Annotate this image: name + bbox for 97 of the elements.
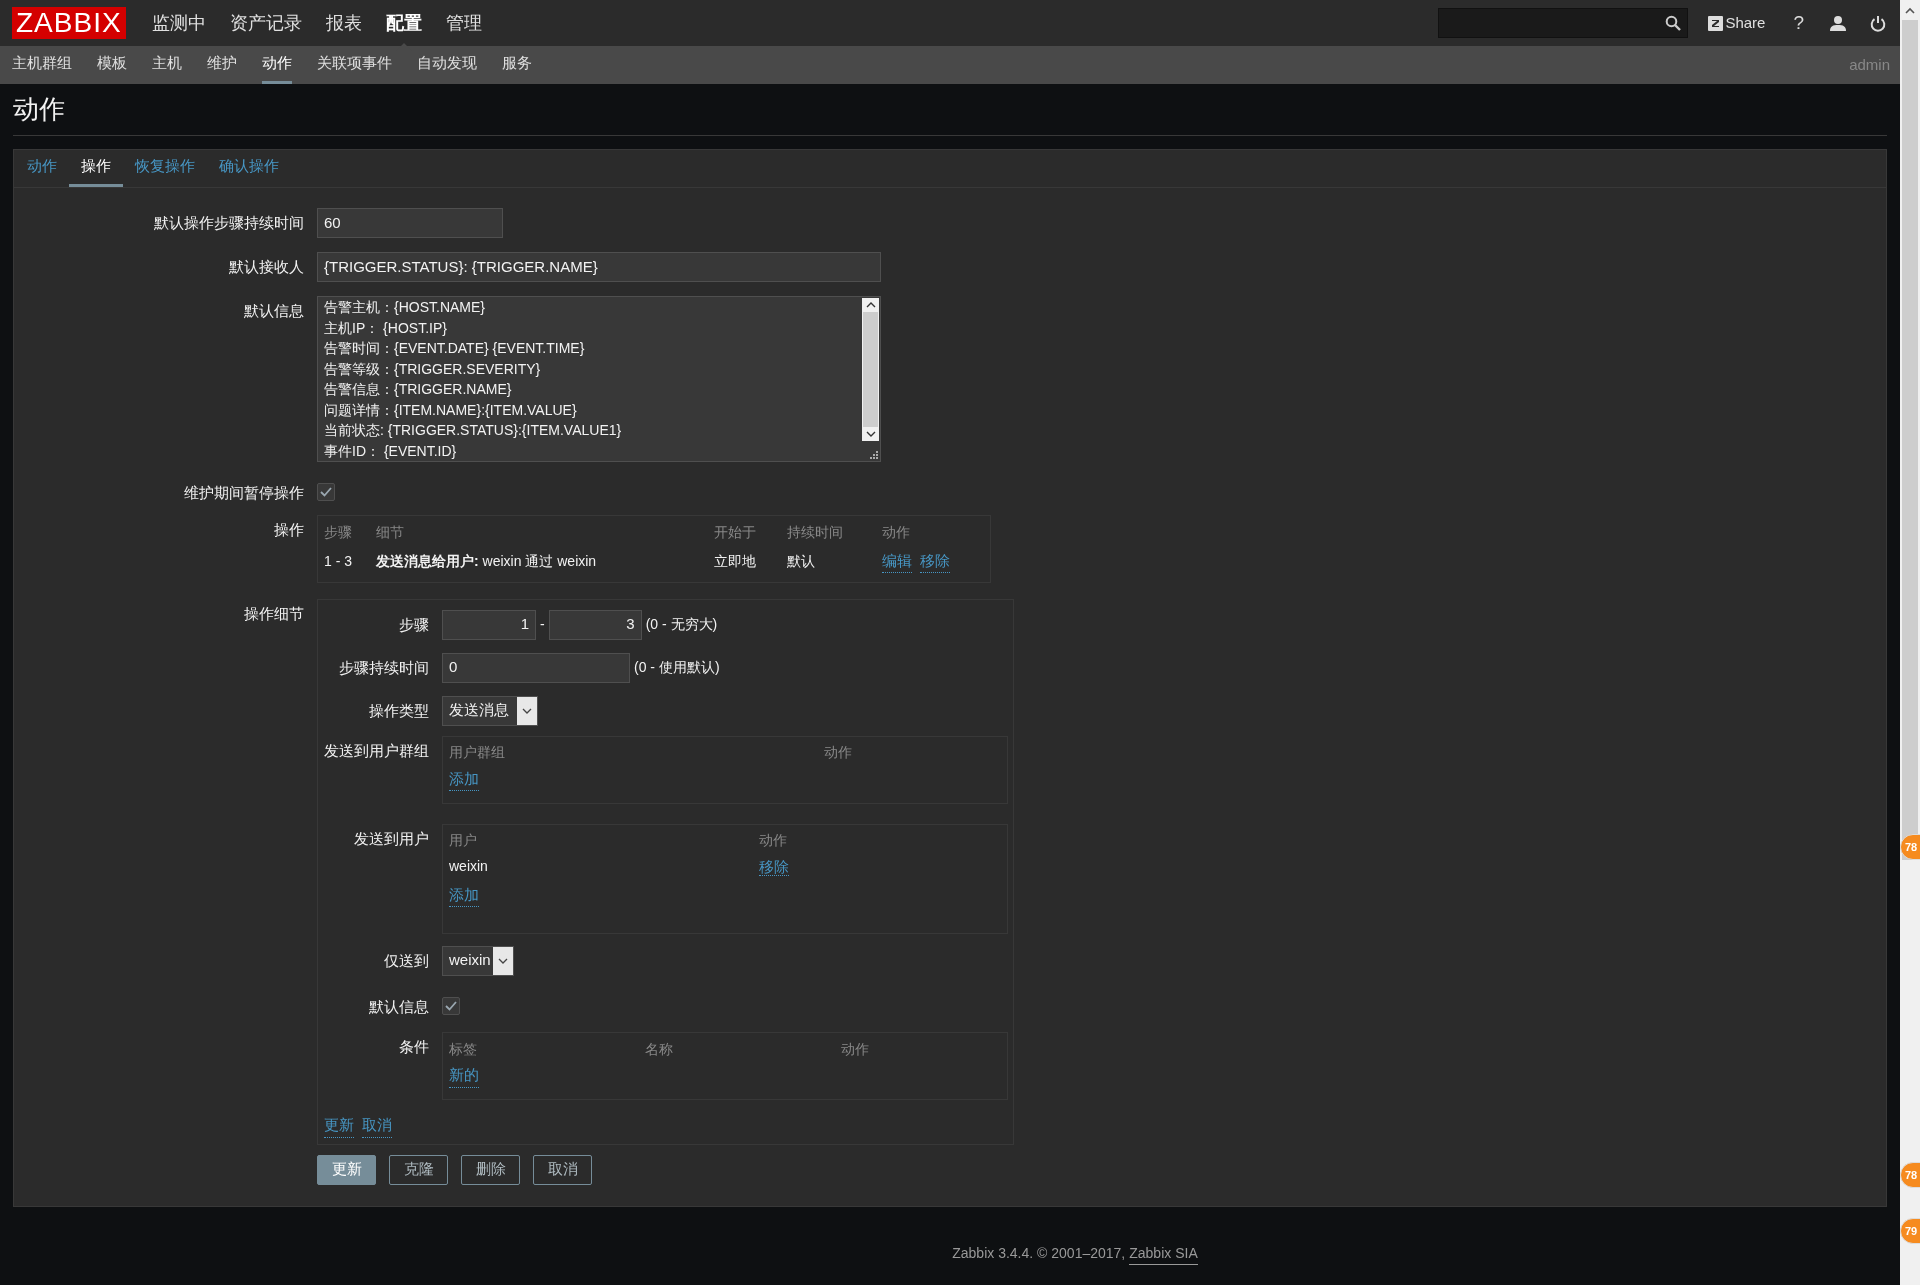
column-header: 动作	[882, 523, 911, 542]
message-line: 当前状态: {TRIGGER.STATUS}:{ITEM.VALUE1}	[324, 421, 623, 440]
column-header: 标签	[449, 1039, 478, 1059]
dropdown[interactable]: 发送消息	[442, 695, 538, 726]
table-cell-text: weixin	[449, 857, 489, 876]
column-header: 步骤	[324, 523, 353, 542]
link[interactable]: 添加	[449, 767, 479, 792]
field-label: 步骤	[398, 614, 429, 635]
field-label: 维护期间暂停操作	[183, 483, 304, 503]
action-button[interactable]: 取消	[533, 1154, 592, 1185]
search-icon[interactable]	[1665, 15, 1682, 31]
table-cell-text: 立即地	[714, 552, 757, 571]
column-header: 持续时间	[787, 523, 844, 542]
field-label: 发送到用户	[353, 828, 429, 849]
share-link[interactable]: Share	[1708, 11, 1766, 35]
input-field[interactable]: 0	[442, 652, 630, 683]
scroll-up-icon[interactable]	[1905, 6, 1915, 14]
link[interactable]: 添加	[449, 883, 479, 908]
field-label: 默认信息	[243, 301, 304, 321]
column-header: 动作	[759, 831, 788, 850]
action-button[interactable]: 克隆	[389, 1154, 448, 1185]
message-textarea[interactable]: 告警主机：{HOST.NAME} 主机IP： {HOST.IP} 告警时间：{EVENT.DATE} {EVENT.TIME} 告警等级：{TRIGGER.SEVERITY} 告警信息：{TRIGGER.NAME} 问题详情：{ITEM.NAME}:{ITEM.VALUE} 当前状态: {TRIGGER.STATUS}:{ITEM.VALUE1} 事件ID： {EVENT.ID}	[317, 296, 881, 462]
share-logo-icon	[1708, 15, 1724, 31]
subnav-item[interactable]: 维护	[207, 46, 237, 84]
menu-item[interactable]: 配置	[385, 12, 422, 33]
link[interactable]: 取消	[362, 1114, 392, 1138]
tab[interactable]: 动作	[15, 149, 69, 187]
table-cell-text: 发送消息给用户: weixin 通过 weixin	[376, 552, 598, 571]
checkbox[interactable]	[317, 483, 335, 501]
column-header: 开始于	[714, 523, 757, 542]
dropdown[interactable]: weixin	[442, 945, 514, 976]
column-header: 细节	[376, 523, 405, 542]
menu-item[interactable]: 资产记录	[229, 12, 302, 33]
field-label: 默认操作步骤持续时间	[153, 213, 304, 233]
subnav-item[interactable]: 服务	[502, 46, 532, 84]
link[interactable]: 移除	[759, 857, 789, 876]
table-cell-text: 默认	[787, 552, 816, 571]
subnav-item[interactable]: 动作	[262, 46, 292, 84]
page-title: 动作	[13, 93, 65, 126]
message-line: 告警等级：{TRIGGER.SEVERITY}	[324, 359, 542, 379]
subnav-item[interactable]: 模板	[97, 46, 127, 84]
company-link[interactable]: Zabbix SIA	[1129, 1243, 1198, 1265]
caret-icon	[498, 957, 508, 964]
link[interactable]: 新的	[449, 1064, 479, 1088]
username-label: admin	[1849, 54, 1890, 75]
link[interactable]: 更新	[324, 1114, 354, 1138]
search-field[interactable]	[1438, 8, 1689, 38]
column-header: 用户群组	[449, 743, 506, 762]
zabbix-logo[interactable]: ZABBIX	[12, 7, 126, 39]
field-label: 操作	[273, 519, 304, 540]
menu-item[interactable]: 报表	[325, 12, 362, 33]
subnav-item[interactable]: 自动发现	[417, 46, 477, 84]
message-line: 告警信息：{TRIGGER.NAME}	[324, 380, 513, 399]
action-button[interactable]: 删除	[461, 1154, 520, 1185]
table-cell-text: 1 - 3	[324, 552, 353, 571]
message-line: 告警时间：{EVENT.DATE} {EVENT.TIME}	[324, 339, 586, 358]
message-line: 告警主机：{HOST.NAME}	[324, 298, 487, 317]
field-label: 默认接收人	[228, 257, 304, 277]
subnav-item[interactable]: 关联项事件	[317, 46, 392, 84]
hint-text: (0 - 无穷大)	[645, 615, 718, 634]
column-header: 用户	[449, 831, 478, 850]
message-line: 事件ID： {EVENT.ID}	[324, 441, 458, 461]
subnav-item[interactable]: 主机	[152, 46, 182, 84]
message-line: 主机IP： {HOST.IP}	[324, 318, 448, 338]
menu-item[interactable]: 监测中	[151, 12, 206, 33]
copyright-text: Zabbix 3.4.4. © 2001–2017,	[952, 1244, 1126, 1263]
tab[interactable]: 确认操作	[207, 149, 291, 187]
link[interactable]: 移除	[920, 549, 950, 574]
field-label: 操作类型	[368, 700, 429, 721]
input-field[interactable]: 60	[317, 208, 503, 238]
field-label: 操作细节	[243, 603, 304, 624]
subnav-item[interactable]: 主机群组	[12, 46, 72, 84]
menu-item[interactable]: 管理	[445, 12, 482, 33]
field-label: 默认信息	[368, 996, 429, 1017]
help-link[interactable]: ?	[1793, 8, 1804, 38]
textarea-scrollbar[interactable]	[862, 298, 879, 441]
input-field[interactable]: 1	[442, 609, 536, 640]
link[interactable]: 编辑	[882, 549, 912, 574]
tab[interactable]: 操作	[69, 149, 123, 187]
column-header: 动作	[824, 743, 853, 762]
tab[interactable]: 恢复操作	[123, 149, 207, 187]
resize-grip-icon[interactable]	[869, 450, 878, 459]
caret-icon	[522, 707, 532, 714]
field-label: 步骤持续时间	[338, 657, 429, 678]
checkbox[interactable]	[442, 996, 460, 1015]
message-line: 问题详情：{ITEM.NAME}:{ITEM.VALUE}	[324, 400, 578, 420]
column-header: 动作	[841, 1039, 870, 1059]
field-label: 条件	[398, 1037, 429, 1057]
hint-text: (0 - 使用默认)	[634, 658, 720, 677]
input-field[interactable]: 3	[548, 609, 642, 640]
column-header: 名称	[645, 1039, 674, 1059]
range-separator: -	[540, 615, 545, 634]
field-label: 发送到用户群组	[323, 740, 429, 761]
power-icon[interactable]	[1870, 14, 1886, 32]
user-icon[interactable]	[1830, 15, 1846, 31]
field-label: 仅送到	[383, 950, 429, 971]
input-field[interactable]: {TRIGGER.STATUS}: {TRIGGER.NAME}	[317, 252, 881, 282]
